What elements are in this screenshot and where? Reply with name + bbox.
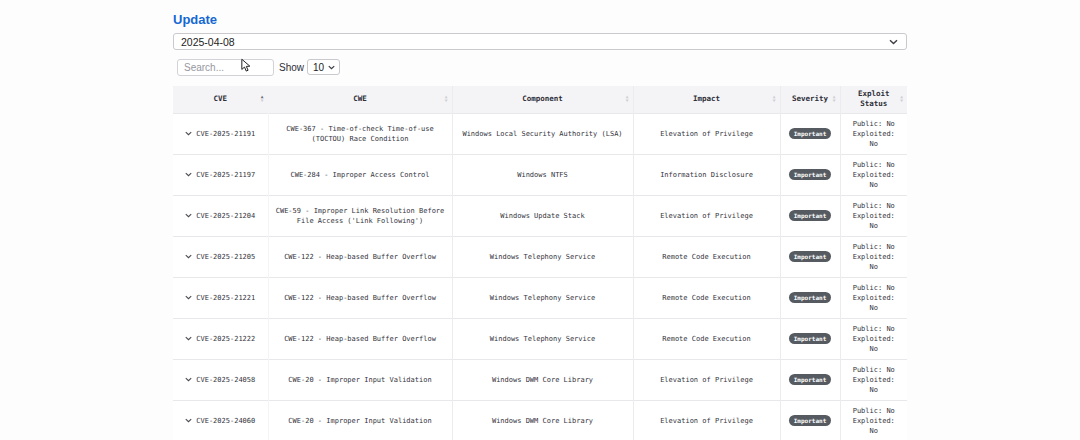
table-header: CVE▲▼CWE▲▼Component▲▼Impact▲▼Severity▲▼E… bbox=[173, 86, 907, 113]
severity-badge: Important bbox=[789, 292, 832, 303]
cve-id: CVE-2025-24058 bbox=[196, 376, 255, 384]
exploit-status-cell: Public: No Exploited: No bbox=[840, 277, 907, 318]
sort-icon: ▲▼ bbox=[261, 95, 264, 103]
show-count-value: 10 bbox=[313, 62, 324, 73]
impact-cell: Information Disclosure bbox=[633, 154, 780, 195]
cwe-cell: CWE-122 - Heap-based Buffer Overflow bbox=[268, 277, 452, 318]
row-expand-chevron-icon[interactable] bbox=[185, 295, 192, 300]
table-row[interactable]: CVE-2025-21204 CWE-59 - Improper Link Re… bbox=[173, 195, 907, 236]
component-cell: Windows NTFS bbox=[452, 154, 633, 195]
cve-id: CVE-2025-21191 bbox=[196, 130, 255, 138]
severity-cell: Important bbox=[780, 359, 840, 400]
severity-cell: Important bbox=[780, 400, 840, 440]
exploit-status-cell: Public: No Exploited: No bbox=[840, 154, 907, 195]
row-expand-chevron-icon[interactable] bbox=[185, 377, 192, 382]
cve-id: CVE-2025-21204 bbox=[196, 212, 255, 220]
cwe-cell: CWE-284 - Improper Access Control bbox=[268, 154, 452, 195]
update-date-select[interactable]: 2025-04-08 bbox=[173, 33, 907, 50]
cwe-cell: CWE-122 - Heap-based Buffer Overflow bbox=[268, 236, 452, 277]
cwe-cell: CWE-20 - Improper Input Validation bbox=[268, 400, 452, 440]
cwe-cell: CWE-122 - Heap-based Buffer Overflow bbox=[268, 318, 452, 359]
impact-cell: Elevation of Privilege bbox=[633, 359, 780, 400]
column-header-impact[interactable]: Impact▲▼ bbox=[633, 86, 780, 113]
component-cell: Windows Telephony Service bbox=[452, 236, 633, 277]
component-cell: Windows DWM Core Library bbox=[452, 359, 633, 400]
component-cell: Windows Telephony Service bbox=[452, 277, 633, 318]
severity-badge: Important bbox=[789, 251, 832, 262]
row-expand-chevron-icon[interactable] bbox=[185, 213, 192, 218]
row-expand-chevron-icon[interactable] bbox=[185, 254, 192, 259]
component-cell: Windows Telephony Service bbox=[452, 318, 633, 359]
impact-cell: Remote Code Execution bbox=[633, 318, 780, 359]
table-row[interactable]: CVE-2025-24060 CWE-20 - Improper Input V… bbox=[173, 400, 907, 440]
severity-badge: Important bbox=[789, 169, 832, 180]
cwe-cell: CWE-367 - Time-of-check Time-of-use (TOC… bbox=[268, 113, 452, 154]
severity-badge: Important bbox=[789, 128, 832, 139]
column-header-cwe[interactable]: CWE▲▼ bbox=[268, 86, 452, 113]
row-expand-chevron-icon[interactable] bbox=[185, 418, 192, 423]
impact-cell: Remote Code Execution bbox=[633, 277, 780, 318]
severity-badge: Important bbox=[789, 210, 832, 221]
component-cell: Windows Update Stack bbox=[452, 195, 633, 236]
cve-id: CVE-2025-21221 bbox=[196, 294, 255, 302]
component-cell: Windows Local Security Authority (LSA) bbox=[452, 113, 633, 154]
cve-id: CVE-2025-21222 bbox=[196, 335, 255, 343]
severity-badge: Important bbox=[789, 374, 832, 385]
exploit-status-cell: Public: No Exploited: No bbox=[840, 236, 907, 277]
show-count-select[interactable]: 10 bbox=[307, 59, 340, 75]
severity-badge: Important bbox=[789, 333, 832, 344]
severity-cell: Important bbox=[780, 113, 840, 154]
update-date-value: 2025-04-08 bbox=[181, 36, 235, 48]
component-cell: Windows DWM Core Library bbox=[452, 400, 633, 440]
impact-cell: Remote Code Execution bbox=[633, 236, 780, 277]
page-title: Update bbox=[173, 12, 217, 27]
impact-cell: Elevation of Privilege bbox=[633, 400, 780, 440]
row-expand-chevron-icon[interactable] bbox=[185, 336, 192, 341]
cve-table: CVE▲▼CWE▲▼Component▲▼Impact▲▼Severity▲▼E… bbox=[173, 86, 907, 440]
severity-cell: Important bbox=[780, 318, 840, 359]
sort-icon: ▲▼ bbox=[626, 95, 629, 103]
column-header-exploit-status[interactable]: Exploit Status▲▼ bbox=[840, 86, 907, 113]
show-label: Show bbox=[279, 62, 304, 73]
sort-icon: ▲▼ bbox=[900, 95, 903, 103]
row-expand-chevron-icon[interactable] bbox=[185, 172, 192, 177]
exploit-status-cell: Public: No Exploited: No bbox=[840, 400, 907, 440]
cwe-cell: CWE-20 - Improper Input Validation bbox=[268, 359, 452, 400]
table-row[interactable]: CVE-2025-21205 CWE-122 - Heap-based Buff… bbox=[173, 236, 907, 277]
column-header-cve[interactable]: CVE▲▼ bbox=[173, 86, 268, 113]
chevron-down-icon bbox=[889, 39, 898, 45]
table-row[interactable]: CVE-2025-21221 CWE-122 - Heap-based Buff… bbox=[173, 277, 907, 318]
column-header-component[interactable]: Component▲▼ bbox=[452, 86, 633, 113]
search-input[interactable]: Search... bbox=[177, 59, 274, 76]
table-row[interactable]: CVE-2025-24058 CWE-20 - Improper Input V… bbox=[173, 359, 907, 400]
exploit-status-cell: Public: No Exploited: No bbox=[840, 195, 907, 236]
severity-cell: Important bbox=[780, 236, 840, 277]
cve-id: CVE-2025-21197 bbox=[196, 171, 255, 179]
severity-cell: Important bbox=[780, 195, 840, 236]
impact-cell: Elevation of Privilege bbox=[633, 113, 780, 154]
row-expand-chevron-icon[interactable] bbox=[185, 131, 192, 136]
severity-cell: Important bbox=[780, 154, 840, 195]
mouse-cursor-icon bbox=[241, 58, 251, 73]
exploit-status-cell: Public: No Exploited: No bbox=[840, 113, 907, 154]
cwe-cell: CWE-59 - Improper Link Resolution Before… bbox=[268, 195, 452, 236]
table-row[interactable]: CVE-2025-21191 CWE-367 - Time-of-check T… bbox=[173, 113, 907, 154]
cve-id: CVE-2025-21205 bbox=[196, 253, 255, 261]
exploit-status-cell: Public: No Exploited: No bbox=[840, 359, 907, 400]
sort-icon: ▲▼ bbox=[445, 95, 448, 103]
severity-badge: Important bbox=[789, 415, 832, 426]
column-header-severity[interactable]: Severity▲▼ bbox=[780, 86, 840, 113]
cve-id: CVE-2025-24060 bbox=[196, 417, 255, 425]
table-row[interactable]: CVE-2025-21197 CWE-284 - Improper Access… bbox=[173, 154, 907, 195]
impact-cell: Elevation of Privilege bbox=[633, 195, 780, 236]
chevron-down-icon bbox=[328, 65, 335, 70]
sort-icon: ▲▼ bbox=[773, 95, 776, 103]
exploit-status-cell: Public: No Exploited: No bbox=[840, 318, 907, 359]
sort-icon: ▲▼ bbox=[833, 95, 836, 103]
table-row[interactable]: CVE-2025-21222 CWE-122 - Heap-based Buff… bbox=[173, 318, 907, 359]
severity-cell: Important bbox=[780, 277, 840, 318]
